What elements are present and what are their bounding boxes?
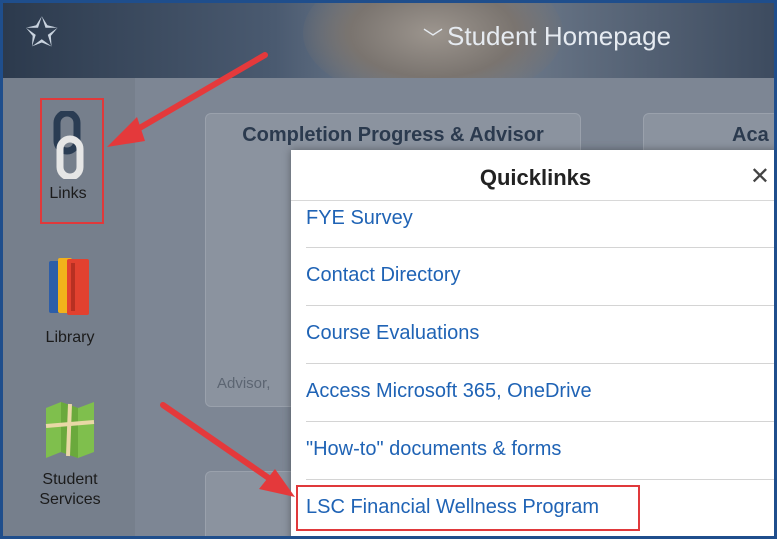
screenshot-frame: ✩ ﹀ Student Homepage Links Library Studen… <box>0 0 777 539</box>
arrow-to-financial-wellness <box>160 402 295 497</box>
arrow-to-links <box>107 52 268 147</box>
annotation-arrows <box>107 52 295 497</box>
